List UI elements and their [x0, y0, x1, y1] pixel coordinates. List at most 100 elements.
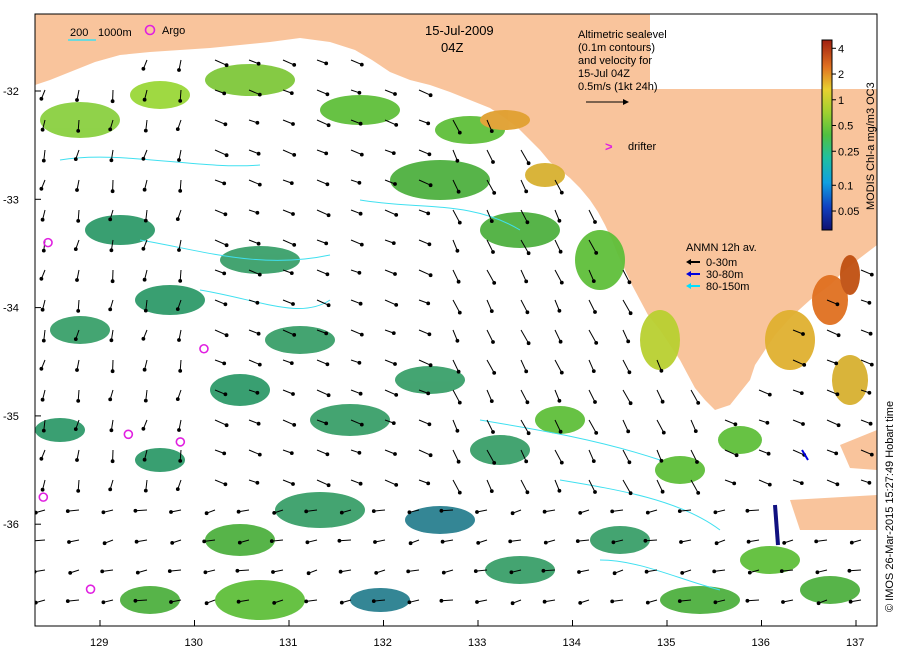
velocity-arrowhead — [394, 483, 399, 487]
colorbar-tick-label: 0.05 — [838, 206, 859, 218]
velocity-arrowhead — [849, 540, 854, 545]
contour-1000-label: 1000m — [98, 27, 132, 39]
velocity-arrowhead — [594, 341, 599, 345]
velocity-arrowhead — [68, 571, 73, 575]
velocity-arrowhead — [869, 362, 874, 367]
velocity-arrowhead — [427, 332, 432, 337]
velocity-arrowhead — [644, 569, 649, 574]
velocity-arrowhead — [611, 540, 616, 545]
velocity-arrowhead — [524, 369, 529, 374]
velocity-arrowhead — [175, 397, 180, 402]
velocity-arrowhead — [407, 600, 412, 605]
velocity-arrowhead — [204, 511, 209, 516]
velocity-arrowhead — [101, 510, 106, 515]
velocity-arrowhead — [291, 482, 295, 486]
velocity-arrowhead — [76, 489, 81, 493]
velocity-arrowhead — [489, 129, 494, 134]
velocity-arrowhead — [393, 272, 397, 276]
velocity-arrowhead — [325, 452, 330, 457]
anmn-legend-label: 80-150m — [706, 281, 749, 293]
lon-tick-label: 132 — [374, 637, 392, 649]
velocity-arrowhead — [255, 120, 260, 125]
velocity-arrowhead — [177, 158, 181, 162]
velocity-arrowhead — [428, 273, 433, 278]
velocity-arrowhead — [289, 91, 294, 95]
velocity-arrowhead — [357, 90, 362, 95]
lon-tick-label: 131 — [279, 637, 297, 649]
lat-tick-label: -35 — [3, 411, 19, 423]
velocity-arrowhead — [75, 458, 79, 462]
velocity-arrowhead — [324, 421, 329, 426]
velocity-arrowhead — [456, 369, 461, 374]
velocity-arrowhead — [67, 540, 71, 544]
velocity-arrowhead — [489, 489, 494, 494]
velocity-arrowhead — [39, 186, 44, 191]
velocity-arrowhead — [175, 217, 180, 222]
velocity-arrowhead — [661, 430, 666, 435]
velocity-arrowhead — [102, 541, 107, 546]
velocity-arrowhead — [178, 459, 183, 463]
lat-tick-label: -34 — [3, 303, 19, 315]
velocity-arrowhead — [594, 431, 599, 435]
velocity-arrowhead — [324, 241, 329, 246]
velocity-arrowhead — [40, 397, 45, 402]
velocity-arrowhead — [525, 310, 530, 315]
velocity-arrowhead — [475, 600, 479, 604]
velocity-arrowhead — [170, 541, 175, 545]
velocity-arrowhead — [593, 490, 597, 494]
velocity-arrowhead — [627, 370, 632, 375]
velocity-arrowhead — [142, 367, 147, 372]
velocity-arrowhead — [141, 246, 146, 251]
velocity-arrowhead — [357, 360, 362, 365]
velocity-arrowhead — [203, 570, 208, 575]
velocity-arrowhead — [110, 189, 115, 194]
velocity-arrowhead — [492, 281, 497, 285]
velocity-arrowhead — [427, 422, 432, 427]
lon-tick-label: 137 — [846, 637, 864, 649]
velocity-arrowhead — [75, 188, 79, 192]
velocity-arrowhead — [76, 309, 81, 313]
velocity-arrowhead — [141, 336, 146, 341]
velocity-arrowhead — [677, 509, 682, 514]
velocity-arrowhead — [292, 153, 297, 157]
altimetry-line3: and velocity for — [578, 55, 652, 67]
velocity-arrowhead — [457, 310, 462, 315]
velocity-arrowhead — [801, 422, 805, 426]
velocity-arrowhead — [222, 361, 227, 366]
velocity-arrowhead — [222, 451, 227, 456]
lat-tick-label: -36 — [3, 519, 19, 531]
velocity-arrowhead — [455, 338, 460, 343]
velocity-arrowhead — [456, 459, 461, 464]
colorbar-tick-label: 1 — [838, 95, 844, 107]
velocity-arrowhead — [473, 569, 478, 573]
velocity-arrowhead — [255, 300, 260, 305]
velocity-arrowhead — [141, 426, 146, 431]
velocity-arrowhead — [542, 599, 547, 604]
velocity-arrowhead — [110, 99, 115, 104]
velocity-arrowhead — [557, 218, 562, 223]
velocity-arrowhead — [100, 569, 105, 574]
velocity-arrowhead — [76, 129, 81, 133]
velocity-arrowhead — [428, 363, 433, 368]
velocity-arrowhead — [491, 340, 495, 344]
velocity-arrowhead — [591, 369, 596, 374]
velocity-arrowhead — [272, 601, 277, 605]
velocity-arrowhead — [393, 182, 397, 186]
altimetry-line2: (0.1m contours) — [578, 42, 655, 54]
velocity-arrowhead — [680, 571, 685, 575]
velocity-arrowhead — [836, 333, 841, 338]
velocity-arrowhead — [326, 393, 331, 398]
velocity-arrowhead — [525, 400, 530, 405]
velocity-arrowhead — [558, 429, 563, 434]
argo-legend-label: Argo — [162, 25, 185, 37]
velocity-arrowhead — [440, 539, 445, 544]
velocity-arrowhead — [256, 421, 261, 426]
velocity-arrowhead — [559, 460, 564, 465]
lon-tick-label: 135 — [657, 637, 675, 649]
velocity-arrowhead — [439, 598, 444, 603]
velocity-arrowhead — [325, 182, 330, 187]
velocity-arrowhead — [801, 332, 805, 336]
velocity-arrowhead — [428, 183, 433, 188]
velocity-arrowhead — [324, 151, 329, 156]
velocity-arrowhead — [610, 599, 615, 604]
